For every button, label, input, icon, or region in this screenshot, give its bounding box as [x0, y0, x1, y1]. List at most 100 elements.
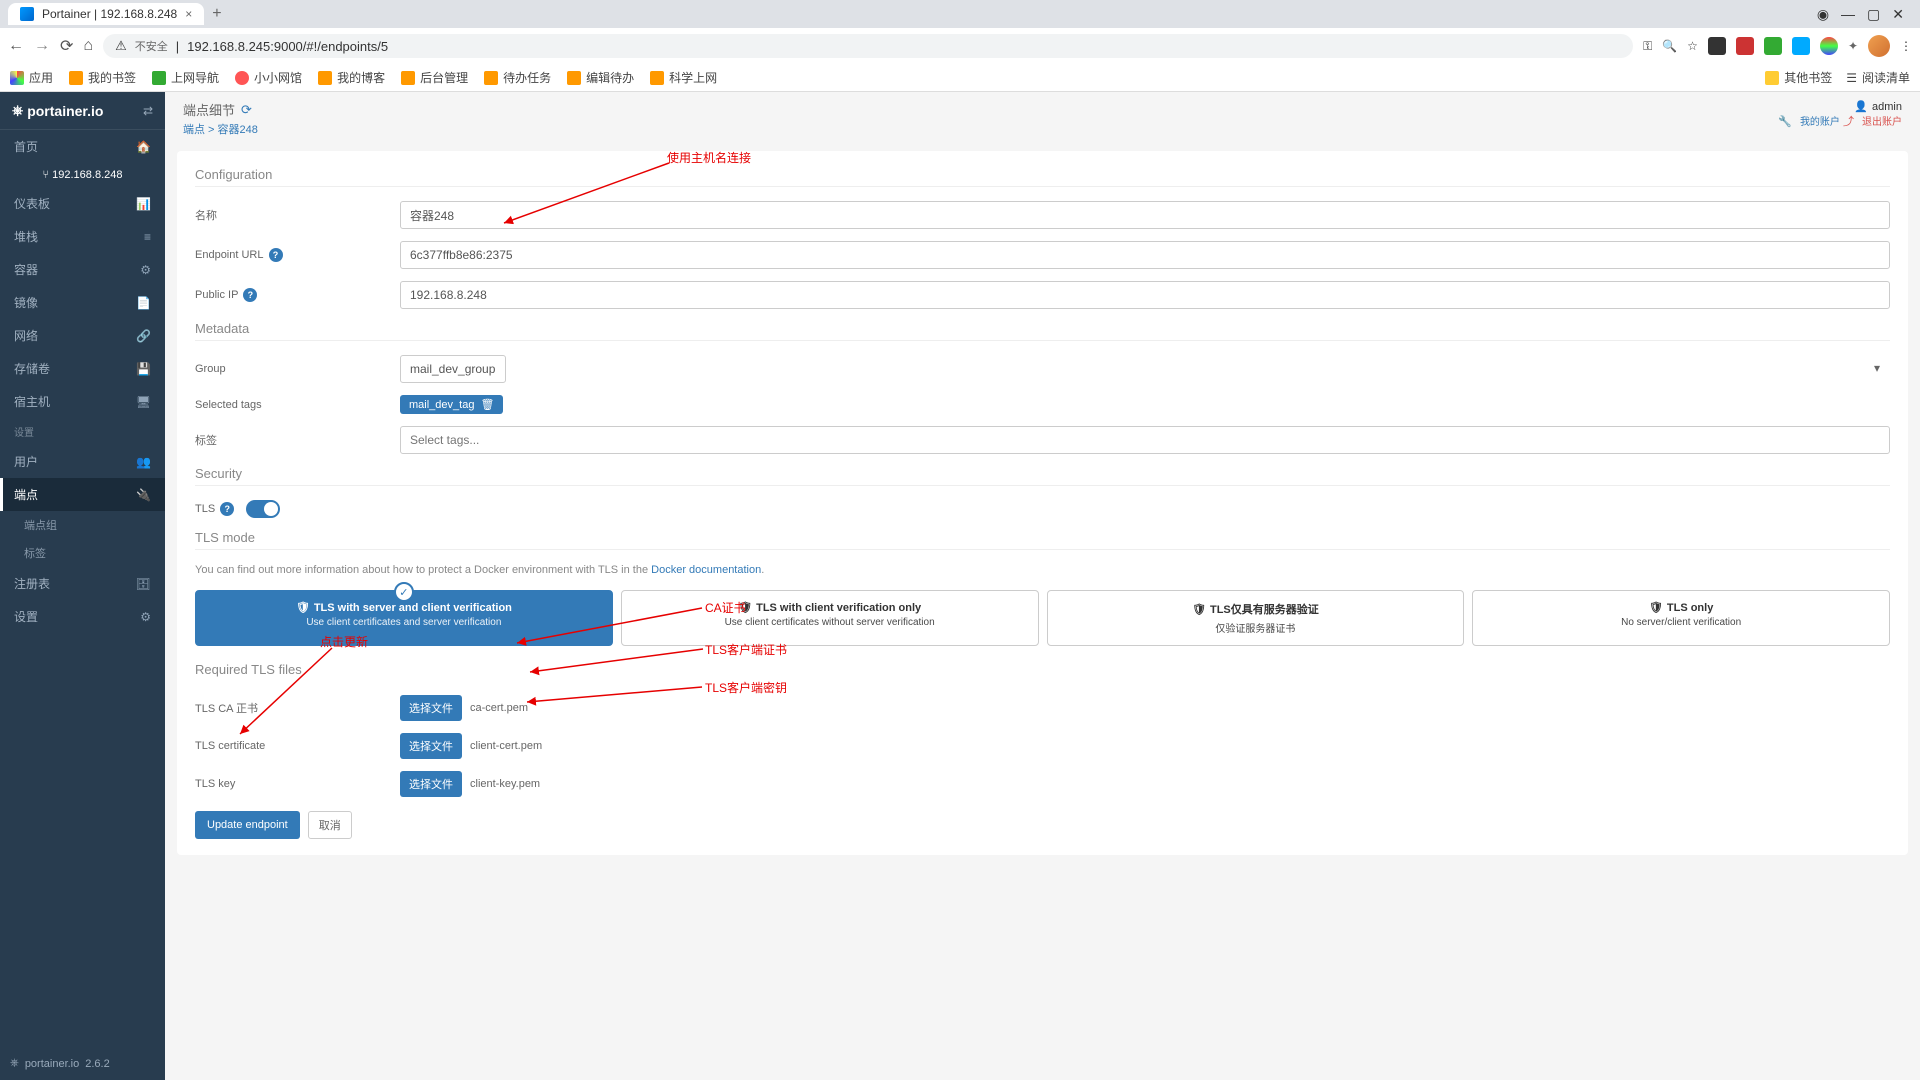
shield-icon: 🛡 [296, 601, 310, 614]
bookmark-3[interactable]: 小小网馆 [235, 69, 302, 86]
ext-icon-2[interactable] [1736, 37, 1754, 55]
user-icon: 👤 [1854, 100, 1868, 113]
apps-button[interactable]: 应用 [10, 69, 53, 86]
sidebar-logo[interactable]: ⎈portainer.io ⇄ [0, 92, 165, 130]
input-url[interactable] [400, 241, 1890, 269]
sidebar-item-containers[interactable]: 容器⚙ [0, 253, 165, 286]
star-icon[interactable]: ☆ [1687, 39, 1698, 53]
row-ip: Public IP? [195, 281, 1890, 309]
row-url: Endpoint URL? [195, 241, 1890, 269]
input-ip[interactable] [400, 281, 1890, 309]
trash-icon[interactable]: 🗑 [480, 398, 494, 411]
my-account-link[interactable]: 我的账户 [1800, 117, 1840, 128]
home-button[interactable]: ⌂ [83, 37, 93, 55]
tls-toggle[interactable] [246, 500, 280, 518]
sidebar-item-users[interactable]: 用户👥 [0, 445, 165, 478]
ext-icon-1[interactable] [1708, 37, 1726, 55]
sidebar-item-images[interactable]: 镜像📄 [0, 286, 165, 319]
tab-close-icon[interactable]: × [185, 7, 192, 21]
bookmark-7[interactable]: 编辑待办 [567, 69, 634, 86]
sidebar-item-settings[interactable]: 设置⚙ [0, 600, 165, 633]
ext-icon-4[interactable] [1792, 37, 1810, 55]
docker-docs-link[interactable]: Docker documentation [651, 564, 761, 576]
select-file-cert-button[interactable]: 选择文件 [400, 733, 462, 759]
breadcrumb: 端点 > 容器248 [183, 121, 258, 137]
breadcrumb-current[interactable]: 容器248 [218, 124, 258, 136]
help-icon[interactable]: ? [220, 502, 234, 516]
bookmark-6[interactable]: 待办任务 [484, 69, 551, 86]
bookmark-4[interactable]: 我的博客 [318, 69, 385, 86]
input-name[interactable] [400, 201, 1890, 229]
reload-button[interactable]: ⟳ [60, 36, 73, 56]
label-tags: 标签 [195, 432, 400, 448]
update-endpoint-button[interactable]: Update endpoint [195, 811, 300, 839]
main-content: 端点细节 ⟳ 端点 > 容器248 👤admin 🔧我的账户 ⤴退出账户 使用主… [165, 92, 1920, 1080]
cancel-button[interactable]: 取消 [308, 811, 352, 839]
sidebar-sub-tags[interactable]: 标签 [0, 539, 165, 567]
sidebar-item-networks[interactable]: 网络🔗 [0, 319, 165, 352]
bookmark-bar: 应用 我的书签 上网导航 小小网馆 我的博客 后台管理 待办任务 编辑待办 科学… [0, 64, 1920, 92]
sidebar: ⎈portainer.io ⇄ 首页 🏠 ⑂ 192.168.8.248 仪表板… [0, 92, 165, 1080]
bookmark-1[interactable]: 我的书签 [69, 69, 136, 86]
select-file-key-button[interactable]: 选择文件 [400, 771, 462, 797]
tls-option-2[interactable]: 🛡TLS with client verification only Use c… [621, 590, 1039, 646]
sidebar-sub-groups[interactable]: 端点组 [0, 511, 165, 539]
file-key-name: client-key.pem [470, 778, 540, 790]
help-icon[interactable]: ? [243, 288, 257, 302]
tls-option-4[interactable]: 🛡TLS only No server/client verification [1472, 590, 1890, 646]
minimize-icon[interactable]: — [1841, 6, 1855, 23]
row-group: Group mail_dev_group [195, 355, 1890, 383]
forward-button[interactable]: → [34, 37, 50, 55]
tag-pill[interactable]: mail_dev_tag🗑 [400, 395, 503, 414]
tab-bar: Portainer | 192.168.8.248 × + ◉ — ▢ ✕ [0, 0, 1920, 28]
sidebar-item-host[interactable]: 宿主机🖥 [0, 385, 165, 418]
extension-icons: ⚿ 🔍 ☆ ✦ ⋮ [1643, 35, 1912, 57]
select-group[interactable]: mail_dev_group [400, 355, 506, 383]
back-button[interactable]: ← [8, 37, 24, 55]
refresh-icon[interactable]: ⟳ [241, 102, 252, 118]
bookmark-2[interactable]: 上网导航 [152, 69, 219, 86]
sidebar-item-endpoints[interactable]: 端点🔌 [0, 478, 165, 511]
section-metadata: Metadata [195, 321, 1890, 341]
bookmark-8[interactable]: 科学上网 [650, 69, 717, 86]
sidebar-item-registries[interactable]: 注册表🗄 [0, 567, 165, 600]
tab-title: Portainer | 192.168.8.248 [42, 7, 177, 21]
browser-chrome: Portainer | 192.168.8.248 × + ◉ — ▢ ✕ ← … [0, 0, 1920, 92]
sidebar-item-dashboard[interactable]: 仪表板📊 [0, 187, 165, 220]
extensions-icon[interactable]: ✦ [1848, 39, 1858, 53]
new-tab-button[interactable]: + [212, 5, 221, 23]
sidebar-section-settings: 设置 [0, 418, 165, 445]
ext-icon-3[interactable] [1764, 37, 1782, 55]
breadcrumb-root[interactable]: 端点 [183, 124, 205, 136]
sidebar-item-volumes[interactable]: 存储卷💾 [0, 352, 165, 385]
label-tls: TLS [195, 503, 215, 515]
reading-list[interactable]: ☰阅读清单 [1846, 69, 1910, 86]
select-file-ca-button[interactable]: 选择文件 [400, 695, 462, 721]
section-security: Security [195, 466, 1890, 486]
bookmark-5[interactable]: 后台管理 [401, 69, 468, 86]
maximize-icon[interactable]: ▢ [1867, 6, 1880, 23]
search-icon[interactable]: 🔍 [1662, 39, 1677, 53]
help-icon[interactable]: ? [269, 248, 283, 262]
ext-icon-5[interactable] [1820, 37, 1838, 55]
tls-option-1[interactable]: ✓ 🛡TLS with server and client verificati… [195, 590, 613, 646]
record-icon[interactable]: ◉ [1817, 6, 1829, 23]
url-input[interactable]: ⚠ 不安全 | 192.168.8.245:9000/#!/endpoints/… [103, 34, 1633, 58]
logo-icon: ⎈ [12, 102, 23, 119]
logout-icon: ⤴ [1843, 116, 1854, 128]
profile-avatar[interactable] [1868, 35, 1890, 57]
sidebar-item-stacks[interactable]: 堆栈≡ [0, 220, 165, 253]
tls-option-3[interactable]: 🛡TLS仅具有服务器验证 仅验证服务器证书 [1047, 590, 1465, 646]
registry-icon: 🗄 [136, 577, 151, 591]
sidebar-item-home[interactable]: 首页 🏠 [0, 130, 165, 163]
input-tags[interactable] [400, 426, 1890, 454]
toggle-sidebar-icon[interactable]: ⇄ [143, 104, 153, 118]
config-panel: 使用主机名连接 Configuration 名称 Endpoint URL? P… [177, 151, 1908, 855]
logout-link[interactable]: 退出账户 [1862, 117, 1902, 128]
browser-tab[interactable]: Portainer | 192.168.8.248 × [8, 3, 204, 25]
sidebar-endpoint[interactable]: ⑂ 192.168.8.248 [0, 163, 165, 187]
menu-icon[interactable]: ⋮ [1900, 39, 1912, 53]
other-bookmarks[interactable]: 其他书签 [1765, 69, 1832, 86]
key-icon[interactable]: ⚿ [1643, 39, 1652, 54]
close-window-icon[interactable]: ✕ [1892, 6, 1904, 23]
